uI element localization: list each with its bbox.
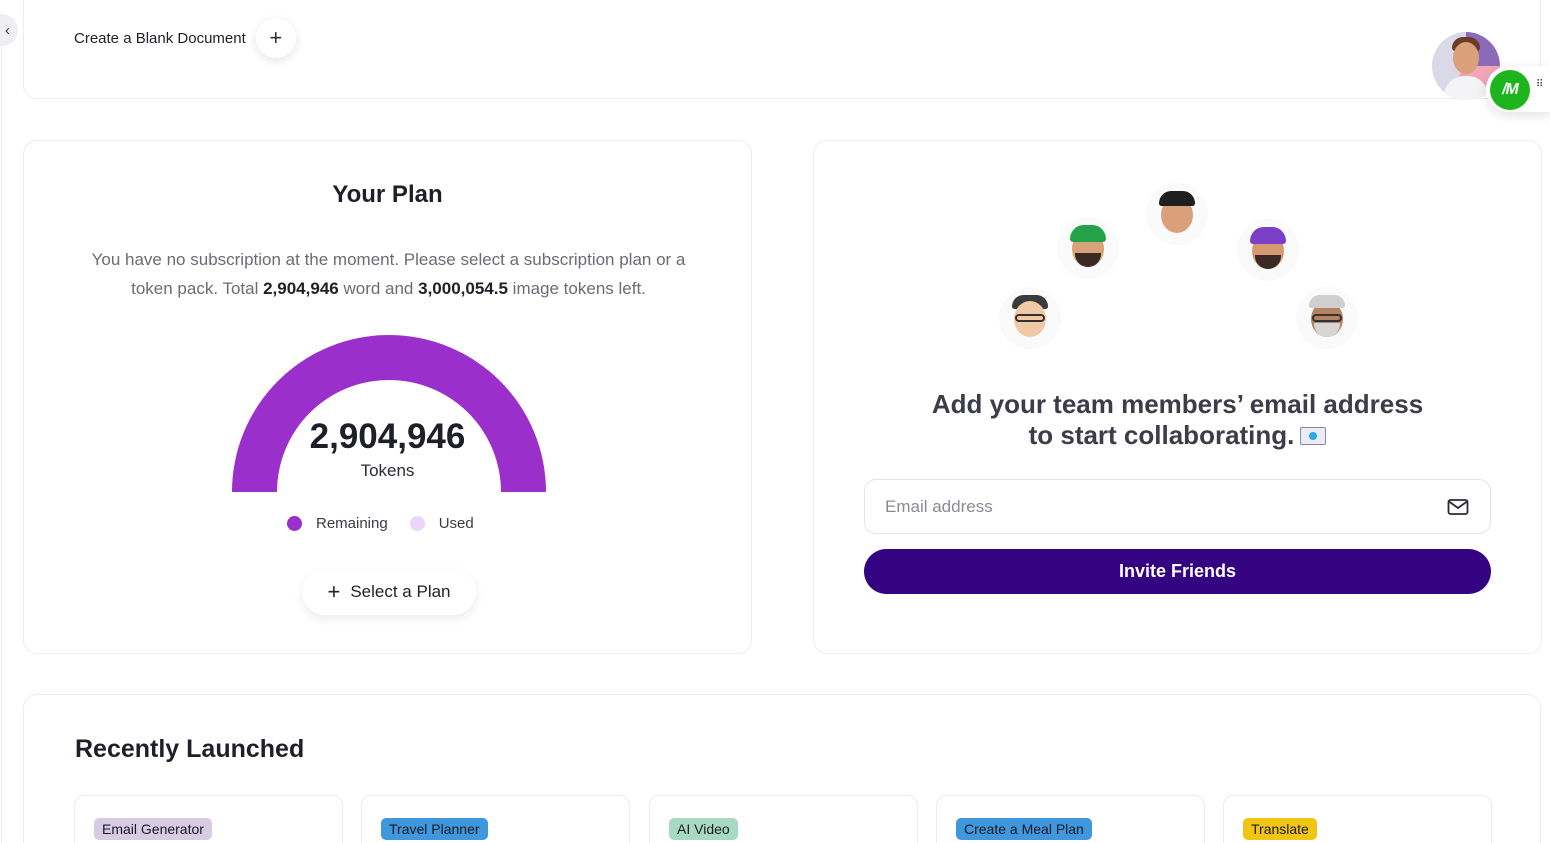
recent-item-tag: Create a Meal Plan (956, 818, 1092, 840)
recent-item-email-generator[interactable]: Email Generator (74, 795, 343, 843)
plus-icon: + (269, 25, 283, 50)
team-title-line-1: Add your team members’ email address (931, 389, 1424, 419)
envelope-icon (1300, 427, 1327, 445)
drag-handle-icon[interactable]: ⠿ (1536, 80, 1546, 90)
avatar-body (1444, 76, 1488, 100)
plus-icon: + (327, 579, 341, 604)
recent-item-translate[interactable]: Translate (1223, 795, 1492, 843)
sidebar-divider (1, 44, 2, 843)
remaining-dot-icon (287, 516, 302, 531)
team-member-avatar-5 (1296, 287, 1358, 349)
gauge-legend: Remaining Used (287, 515, 474, 532)
create-document-button[interactable]: + (255, 18, 296, 58)
dashboard-page: ‹ Create a Blank Document + /M ⠿ Your Pl… (0, 0, 1550, 843)
recent-item-tag: Translate (1243, 818, 1317, 840)
email-field[interactable] (864, 479, 1491, 534)
memoji-cap (1250, 227, 1286, 244)
team-invite-heading: Add your team members’ email address to … (814, 389, 1541, 451)
legend-remaining: Remaining (287, 515, 388, 532)
memoji-hair (1309, 295, 1345, 308)
memoji-beard (1255, 255, 1281, 269)
avatar-head (1453, 42, 1479, 74)
recent-item-meal-plan[interactable]: Create a Meal Plan (936, 795, 1205, 843)
legend-used-label: Used (438, 515, 474, 532)
gauge-token-count: 2,904,946 (309, 417, 466, 456)
team-member-avatar-1 (999, 287, 1061, 349)
recent-item-ai-video[interactable]: AI Video (649, 795, 918, 843)
memoji-glasses (1312, 314, 1342, 322)
collapse-sidebar-button[interactable]: ‹ (0, 14, 18, 46)
invite-friends-button[interactable]: Invite Friends (864, 549, 1491, 594)
plan-desc-suffix: image tokens left. (507, 279, 646, 298)
recently-launched-card: Recently Launched Email Generator Travel… (23, 694, 1541, 843)
memoji-beard (1314, 323, 1340, 337)
invite-team-card: Add your team members’ email address to … (813, 140, 1542, 654)
image-tokens-value: 3,000,054.5 (418, 279, 508, 298)
recent-item-travel-planner[interactable]: Travel Planner (361, 795, 630, 843)
memoji-hair (1159, 191, 1195, 206)
app-logo-icon[interactable]: /M (1490, 70, 1530, 110)
create-blank-document-label: Create a Blank Document (74, 29, 246, 47)
plan-desc-mid: word and (338, 279, 419, 298)
word-tokens-value: 2,904,946 (263, 279, 339, 298)
team-title-line-2: to start collaborating. (814, 420, 1541, 451)
recent-item-tag: Travel Planner (381, 818, 488, 840)
email-input[interactable] (885, 496, 1446, 517)
plan-description: You have no subscription at the moment. … (72, 245, 705, 303)
legend-remaining-label: Remaining (316, 515, 388, 532)
mail-icon (1447, 498, 1469, 515)
select-plan-label: Select a Plan (350, 582, 451, 601)
team-member-avatar-4 (1237, 219, 1299, 281)
team-title-line-2-text: to start collaborating. (1028, 420, 1295, 450)
memoji-glasses (1015, 314, 1045, 322)
select-plan-button[interactable]: + Select a Plan (302, 569, 476, 615)
plan-title: Your Plan (332, 181, 443, 208)
gauge-token-unit: Tokens (360, 461, 415, 480)
team-member-avatar-3 (1146, 183, 1208, 245)
memoji-cap (1070, 225, 1106, 242)
team-member-avatar-2 (1057, 217, 1119, 279)
create-blank-document-row[interactable]: Create a Blank Document + (74, 18, 296, 58)
your-plan-card: Your Plan You have no subscription at th… (23, 140, 752, 654)
used-dot-icon (409, 516, 425, 531)
memoji-beard (1075, 253, 1101, 267)
chevron-left-icon: ‹ (5, 21, 10, 39)
profile-widget: /M ⠿ (1432, 32, 1550, 112)
legend-used: Used (409, 515, 474, 532)
recent-item-tag: Email Generator (94, 818, 212, 840)
recent-item-tag: AI Video (669, 818, 738, 840)
recently-launched-title: Recently Launched (75, 735, 305, 763)
